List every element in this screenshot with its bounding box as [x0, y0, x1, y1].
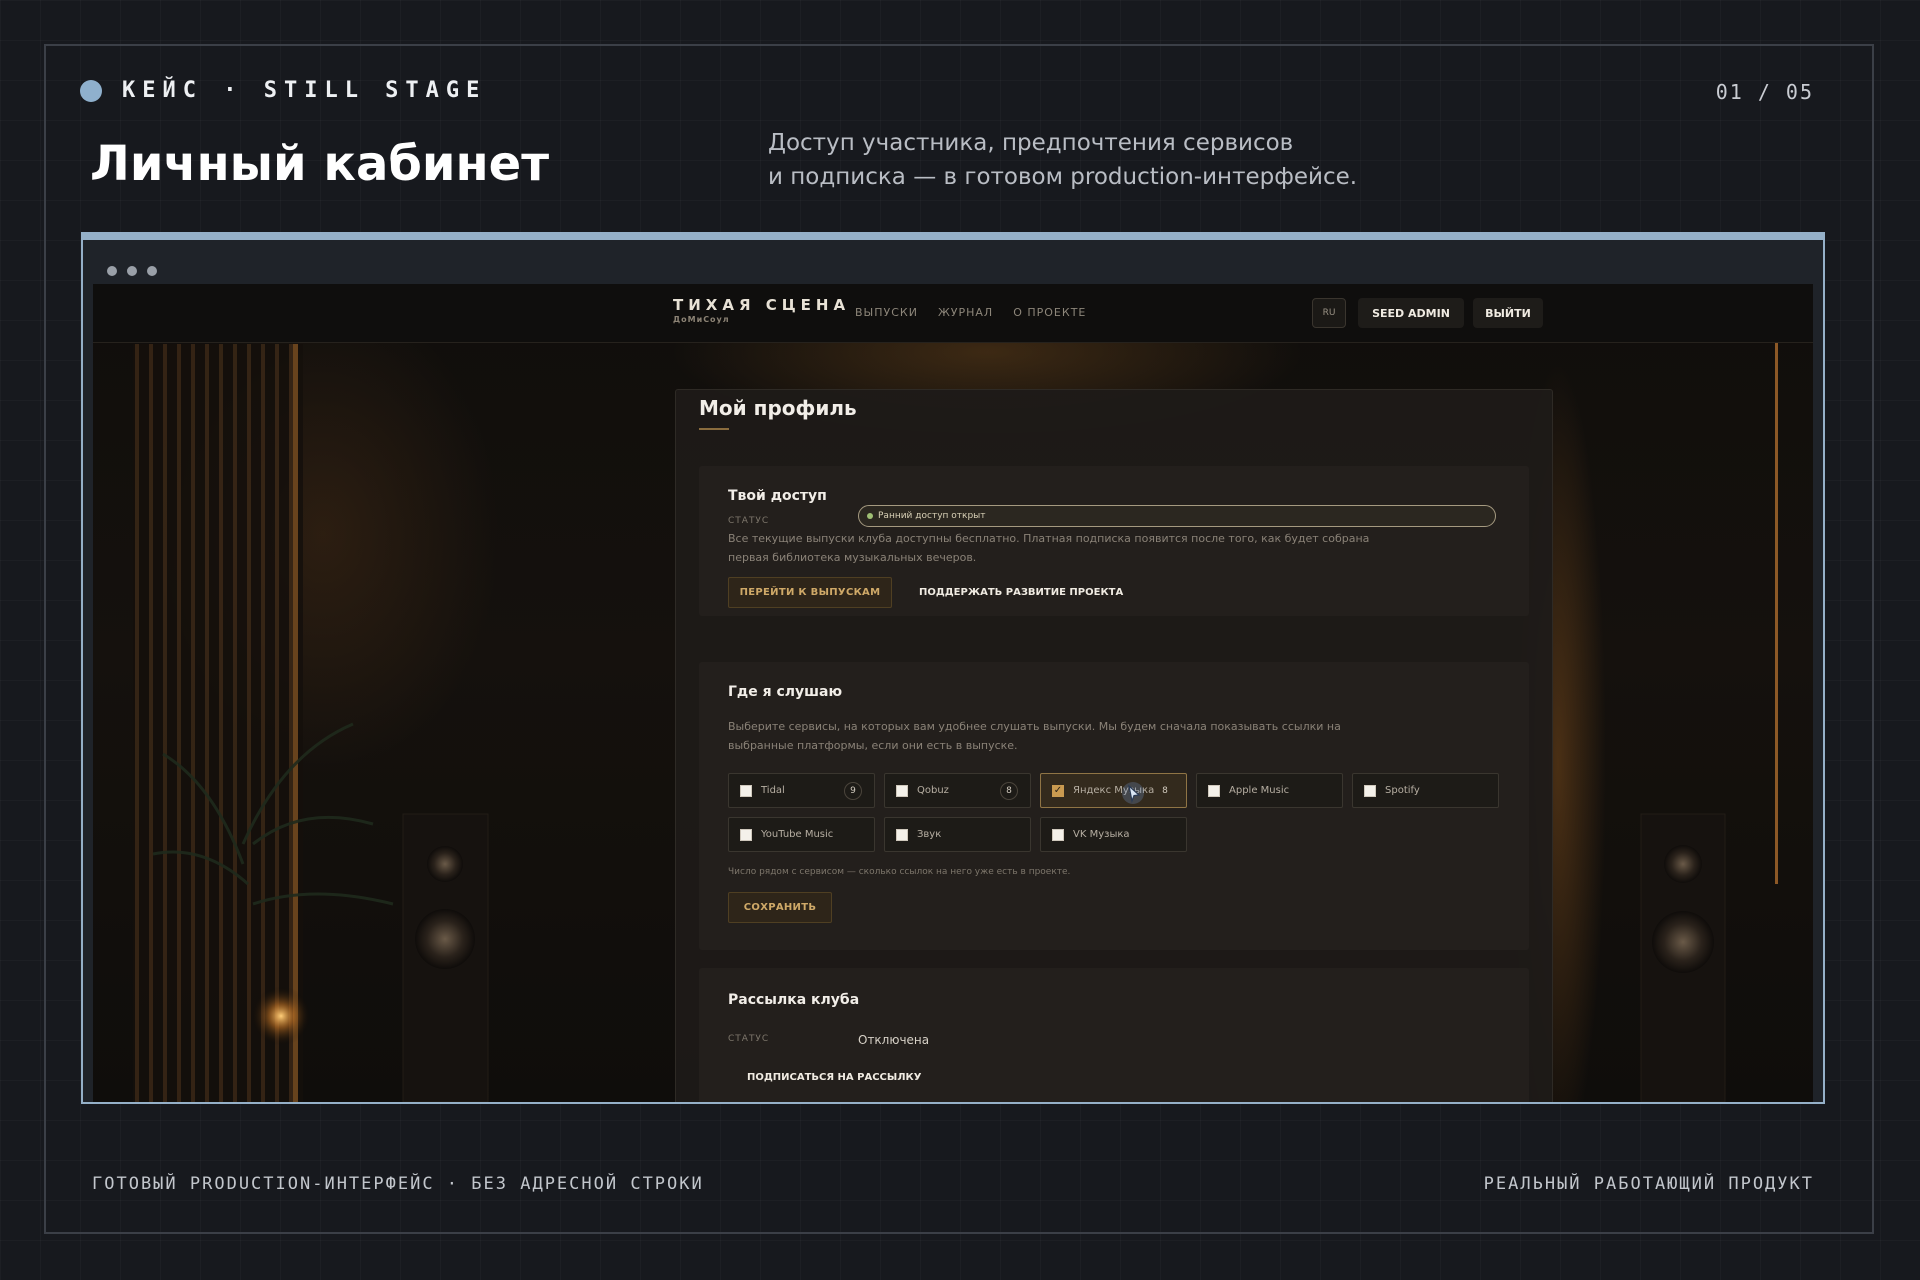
service-name: Звук: [917, 829, 942, 840]
brand-row: КЕЙС · STILL STAGE: [80, 78, 486, 103]
site-viewport: ТИХАЯ СЦЕНА ДоМиСоул ВЫПУСКИ ЖУРНАЛ О ПР…: [93, 284, 1813, 1102]
access-status-badge: Ранний доступ открыт: [858, 505, 1496, 527]
site-nav: ВЫПУСКИ ЖУРНАЛ О ПРОЕКТЕ: [855, 306, 1086, 319]
service-option[interactable]: VK Музыка: [1040, 817, 1187, 852]
service-option[interactable]: ✓ Яндекс Музыка 8: [1040, 773, 1187, 808]
window-dot-icon[interactable]: [107, 266, 117, 276]
listen-description: Выберите сервисы, на которых вам удобнее…: [728, 717, 1341, 755]
logout-button[interactable]: ВЫЙТИ: [1473, 298, 1543, 328]
window-dot-icon[interactable]: [127, 266, 137, 276]
service-option[interactable]: YouTube Music: [728, 817, 875, 852]
checkbox-icon[interactable]: [1052, 828, 1064, 841]
profile-title: Мой профиль: [699, 396, 857, 420]
service-name: Apple Music: [1229, 785, 1290, 796]
mailing-card: Рассылка клуба СТАТУС Отключена ПОДПИСАТ…: [699, 968, 1529, 1102]
service-name: YouTube Music: [761, 829, 834, 840]
service-option[interactable]: Qobuz 8: [884, 773, 1031, 808]
checkbox-icon[interactable]: [1208, 784, 1220, 797]
support-project-button[interactable]: ПОДДЕРЖАТЬ РАЗВИТИЕ ПРОЕКТА: [919, 577, 1123, 608]
site-subtitle: ДоМиСоул: [673, 315, 730, 324]
slide-lead-line-1: Доступ участника, предпочтения сервисов: [768, 130, 1294, 156]
slide-title: Личный кабинет: [90, 136, 550, 192]
listen-description-line-2: выбранные платформы, если они есть в вып…: [728, 739, 1018, 752]
checkbox-icon[interactable]: [740, 784, 752, 797]
service-option[interactable]: Apple Music: [1196, 773, 1343, 808]
subscribe-button[interactable]: ПОДПИСАТЬСЯ НА РАССЫЛКУ: [747, 1062, 921, 1093]
site-title: ТИХАЯ СЦЕНА: [673, 296, 851, 314]
slide-lead: Доступ участника, предпочтения сервисов …: [768, 126, 1357, 194]
page-counter: 01 / 05: [1715, 80, 1814, 104]
go-to-releases-button[interactable]: ПЕРЕЙТИ К ВЫПУСКАМ: [728, 577, 892, 608]
mouse-cursor-icon: [1122, 782, 1144, 804]
brand-dot-icon: [80, 79, 102, 102]
nav-item-about[interactable]: О ПРОЕКТЕ: [1013, 306, 1086, 319]
window-dot-icon[interactable]: [147, 266, 157, 276]
mailing-title: Рассылка клуба: [728, 992, 860, 1008]
access-description-line-1: Все текущие выпуски клуба доступны беспл…: [728, 532, 1370, 545]
slide-lead-line-2: и подписка — в готовом production-интерф…: [768, 164, 1358, 190]
listen-card: Где я слушаю Выберите сервисы, на которы…: [699, 662, 1529, 950]
access-description: Все текущие выпуски клуба доступны беспл…: [728, 529, 1369, 567]
service-name: Qobuz: [917, 785, 949, 796]
access-status-label: СТАТУС: [728, 516, 770, 526]
service-link-count: 8: [1000, 782, 1018, 800]
checkbox-icon[interactable]: [896, 828, 908, 841]
browser-window: ТИХАЯ СЦЕНА ДоМиСоул ВЫПУСКИ ЖУРНАЛ О ПР…: [81, 232, 1825, 1104]
language-button[interactable]: RU: [1312, 298, 1346, 328]
service-option[interactable]: Звук: [884, 817, 1031, 852]
save-button[interactable]: СОХРАНИТЬ: [728, 892, 832, 923]
status-dot-icon: [867, 513, 873, 519]
service-link-count: 8: [1162, 786, 1168, 796]
service-option[interactable]: Tidal 9: [728, 773, 875, 808]
checkbox-icon[interactable]: [740, 828, 752, 841]
checkbox-icon[interactable]: [1364, 784, 1376, 797]
site-header: ТИХАЯ СЦЕНА ДоМиСоул ВЫПУСКИ ЖУРНАЛ О ПР…: [93, 284, 1813, 343]
profile-panel: Мой профиль Твой доступ СТАТУС Ранний до…: [675, 389, 1553, 1102]
window-controls: [107, 266, 157, 276]
service-name: VK Музыка: [1073, 829, 1130, 840]
title-underline: [699, 428, 729, 430]
access-description-line-2: первая библиотека музыкальных вечеров.: [728, 551, 977, 564]
nav-item-journal[interactable]: ЖУРНАЛ: [938, 306, 993, 319]
mailing-status-label: СТАТУС: [728, 1034, 770, 1044]
nav-item-releases[interactable]: ВЫПУСКИ: [855, 306, 918, 319]
footer-right: РЕАЛЬНЫЙ РАБОТАЮЩИЙ ПРОДУКТ: [1483, 1174, 1814, 1194]
service-option[interactable]: Spotify: [1352, 773, 1499, 808]
service-link-count: 9: [844, 782, 862, 800]
site-logo[interactable]: ТИХАЯ СЦЕНА ДоМиСоул: [673, 297, 850, 326]
services-hint: Число рядом с сервисом — сколько ссылок …: [728, 867, 1071, 877]
mailing-status-value: Отключена: [858, 1033, 930, 1047]
access-title: Твой доступ: [728, 488, 827, 504]
access-card: Твой доступ СТАТУС Ранний доступ открыт …: [699, 466, 1529, 616]
listen-title: Где я слушаю: [728, 684, 843, 700]
access-status-value: Ранний доступ открыт: [878, 511, 986, 521]
listen-description-line-1: Выберите сервисы, на которых вам удобнее…: [728, 720, 1341, 733]
service-name: Tidal: [761, 785, 785, 796]
checkbox-icon[interactable]: ✓: [1052, 784, 1064, 797]
checkbox-icon[interactable]: [896, 784, 908, 797]
brand-label: КЕЙС · STILL STAGE: [122, 78, 487, 103]
service-name: Spotify: [1385, 785, 1420, 796]
user-button[interactable]: SEED ADMIN: [1358, 298, 1464, 328]
footer-left: ГОТОВЫЙ PRODUCTION-ИНТЕРФЕЙС · БЕЗ АДРЕС…: [92, 1174, 704, 1194]
